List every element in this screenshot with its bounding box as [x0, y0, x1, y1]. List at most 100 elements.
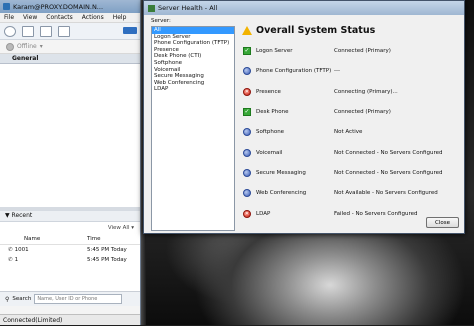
server-item-tftp[interactable]: Phone Configuration (TFTP) — [152, 40, 234, 47]
client-title: Karam@PROXY.DOMAIN.N... — [13, 2, 104, 11]
service-name: Web Conferencing — [256, 190, 307, 197]
recent-time: 5:45 PM Today — [87, 257, 127, 263]
server-item-voicemail[interactable]: Voicemail — [152, 67, 234, 74]
service-status: Connecting (Primary)... — [334, 88, 398, 95]
dialog-title-bar[interactable]: Server Health - All — [144, 1, 464, 15]
phone-call-icon: ✆ — [8, 257, 13, 263]
dialog-title: Server Health - All — [158, 4, 218, 12]
service-name: Desk Phone — [256, 109, 289, 116]
info-icon — [243, 168, 251, 177]
service-status: Connected (Primary) — [334, 109, 391, 116]
presence-selector[interactable]: Offline ▾ — [0, 40, 140, 54]
server-health-dialog: Server Health - All Server: All Logon Se… — [143, 0, 465, 234]
phone-icon[interactable] — [4, 25, 16, 37]
toolbar — [0, 23, 140, 40]
info-icon — [243, 67, 251, 76]
server-item-logon[interactable]: Logon Server — [152, 34, 234, 41]
server-item-web-conferencing[interactable]: Web Conferencing — [152, 80, 234, 87]
client-title-bar[interactable]: Karam@PROXY.DOMAIN.N... — [0, 0, 140, 13]
recent-title: Recent — [11, 212, 33, 219]
error-icon: ✕ — [243, 209, 251, 218]
server-item-ldap[interactable]: LDAP — [152, 86, 234, 93]
service-status: Not Connected - No Servers Configured — [334, 169, 443, 176]
search-icon: ⚲ — [5, 295, 10, 303]
menu-file[interactable]: File — [4, 14, 14, 21]
service-status: Not Connected - No Servers Configured — [334, 149, 443, 156]
list-item[interactable]: ✆ 1 5:45 PM Today — [0, 255, 140, 265]
error-icon: ✕ — [243, 87, 251, 96]
column-time[interactable]: Time — [87, 234, 100, 244]
server-label: Server: — [151, 18, 171, 24]
service-name: LDAP — [256, 210, 271, 217]
recent-columns: Name Time — [0, 234, 140, 245]
recent-list-blank — [0, 265, 140, 291]
service-name: Secure Messaging — [256, 169, 306, 176]
menu-contacts[interactable]: Contacts — [46, 14, 72, 21]
voicemail-icon[interactable] — [22, 25, 34, 37]
presence-status: Offline — [17, 43, 37, 50]
server-item-all[interactable]: All — [152, 27, 234, 34]
service-status: Failed - No Servers Configured — [334, 210, 418, 217]
server-item-deskphone[interactable]: Desk Phone (CTI) — [152, 53, 234, 60]
server-health-icon — [148, 4, 155, 12]
recent-time: 5:45 PM Today — [87, 247, 127, 253]
check-icon: ✓ — [243, 47, 251, 56]
list-item[interactable]: ✆ 1001 5:45 PM Today — [0, 245, 140, 255]
status-row-softphone: Softphone Not Active — [243, 122, 458, 142]
search-label: Search — [12, 296, 32, 302]
status-rows: ✓ Logon Server Connected (Primary) Phone… — [243, 41, 458, 224]
check-icon: ✓ — [243, 108, 251, 117]
search-input[interactable] — [34, 294, 123, 304]
status-bar: Connected(Limited) — [0, 314, 140, 325]
server-list[interactable]: All Logon Server Phone Configuration (TF… — [151, 26, 235, 231]
phone-call-icon: ✆ — [8, 247, 13, 253]
service-status: --- — [334, 68, 340, 75]
recent-header[interactable]: ▼ Recent — [0, 211, 140, 222]
search-bar: ⚲ Search — [0, 291, 140, 306]
chat-icon[interactable] — [40, 25, 52, 37]
server-item-secure-messaging[interactable]: Secure Messaging — [152, 73, 234, 80]
status-row-web-conferencing: Web Conferencing Not Available - No Serv… — [243, 183, 458, 203]
overall-status-heading: Overall System Status — [242, 25, 375, 36]
contact-group-header[interactable]: General — [0, 54, 140, 64]
column-name[interactable]: Name — [0, 234, 87, 244]
service-status: Not Available - No Servers Configured — [334, 190, 438, 197]
overall-status-title: Overall System Status — [256, 25, 376, 36]
service-name: Softphone — [256, 129, 285, 136]
service-name: Phone Configuration (TFTP) — [256, 68, 332, 75]
presence-dot-icon — [6, 42, 14, 51]
info-icon — [243, 148, 251, 157]
view-all-label: View All — [107, 225, 130, 231]
close-button[interactable]: Close — [426, 217, 459, 228]
service-name: Logon Server — [256, 48, 293, 55]
menu-actions[interactable]: Actions — [82, 14, 104, 21]
recent-name: 1001 — [14, 247, 29, 253]
info-icon — [243, 128, 251, 137]
status-row-logon: ✓ Logon Server Connected (Primary) — [243, 41, 458, 61]
menu-view[interactable]: View — [23, 14, 37, 21]
service-name: Voicemail — [256, 149, 283, 156]
status-row-deskphone: ✓ Desk Phone Connected (Primary) — [243, 102, 458, 122]
chevron-down-icon: ▾ — [39, 43, 43, 50]
service-name: Presence — [256, 88, 281, 95]
status-row-secure-messaging: Secure Messaging Not Connected - No Serv… — [243, 163, 458, 183]
device-dropdown[interactable] — [123, 27, 137, 34]
status-row-tftp: Phone Configuration (TFTP) --- — [243, 61, 458, 81]
menu-bar: File View Contacts Actions Help — [0, 13, 140, 23]
info-icon — [243, 189, 251, 198]
contact-list — [0, 64, 140, 207]
client-window: Karam@PROXY.DOMAIN.N... File View Contac… — [0, 0, 141, 325]
warning-icon — [242, 26, 252, 35]
menu-help[interactable]: Help — [113, 14, 127, 21]
server-item-presence[interactable]: Presence — [152, 47, 234, 54]
service-status: Connected (Primary) — [334, 48, 391, 55]
view-all-dropdown[interactable]: View All ▾ — [0, 222, 140, 234]
server-item-softphone[interactable]: Softphone — [152, 60, 234, 67]
conference-icon[interactable] — [58, 25, 70, 37]
app-icon — [3, 3, 10, 10]
recent-name: 1 — [14, 257, 19, 263]
service-status: Not Active — [334, 129, 363, 136]
collapse-icon: ▼ — [5, 212, 10, 219]
status-row-voicemail: Voicemail Not Connected - No Servers Con… — [243, 142, 458, 162]
chevron-down-icon: ▾ — [131, 225, 134, 231]
